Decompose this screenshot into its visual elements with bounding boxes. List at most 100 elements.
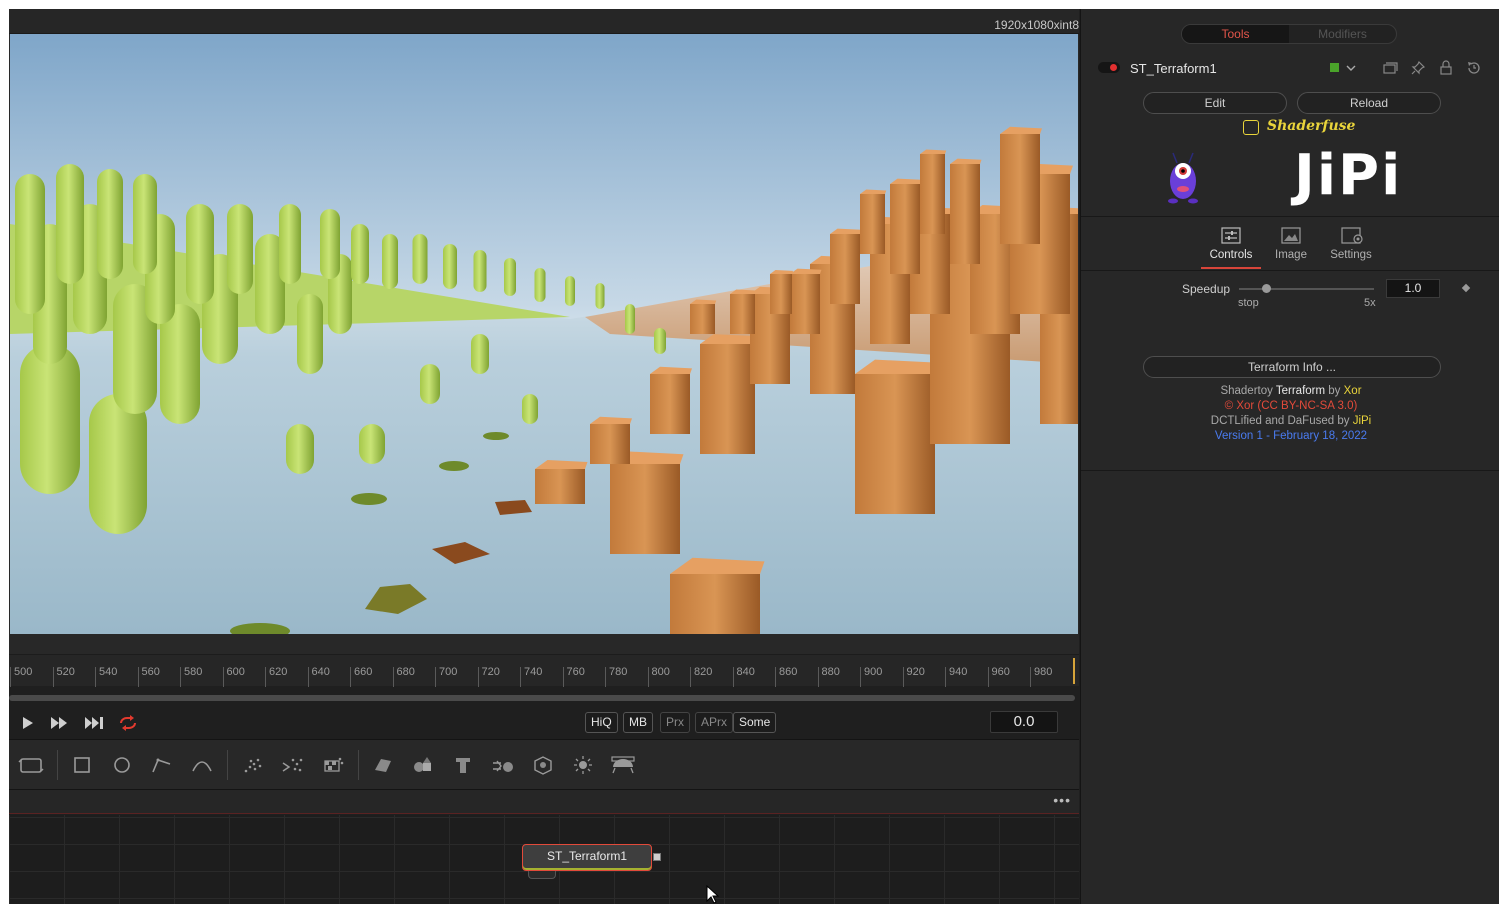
ruler-tick-label: 880 [817, 667, 840, 687]
orange-block [770, 270, 794, 314]
green-pillar [654, 328, 666, 354]
ellipse-mask-icon[interactable] [108, 752, 136, 778]
ruler-tick-label: 900 [860, 667, 882, 687]
orange-block [670, 557, 765, 634]
ruler-tick-label: 620 [265, 667, 287, 687]
current-time-field[interactable]: 0.0 [990, 711, 1058, 733]
ruler-tick-label: 760 [562, 667, 585, 687]
particle-render-icon[interactable] [279, 752, 307, 778]
credits-line-3: DCTLified and DaFused by JiPi [1210, 415, 1372, 427]
merge-3d-icon[interactable] [489, 752, 517, 778]
credits-line-4[interactable]: Version 1 - February 18, 2022 [1143, 429, 1439, 444]
fusion-app: 1920x1080xint8 500 520 540 560 580 600 6… [9, 9, 1499, 904]
tool-color-swatch[interactable] [1330, 63, 1339, 72]
ruler-tick-label: 540 [95, 667, 117, 687]
green-pillar [15, 174, 45, 314]
play-icon[interactable] [17, 713, 39, 733]
edit-button[interactable]: Edit [1143, 92, 1287, 114]
text-3d-icon[interactable] [449, 752, 477, 778]
reload-button[interactable]: Reload [1297, 92, 1441, 114]
pin-icon[interactable] [1410, 60, 1426, 76]
lock-icon[interactable] [1438, 60, 1454, 76]
green-pillar [522, 394, 538, 424]
shaderfuse-icon [1243, 120, 1259, 135]
image-plane-3d-icon[interactable] [369, 752, 397, 778]
ruler-tick-label: 600 [222, 667, 245, 687]
terraform-info-button[interactable]: Terraform Info ... [1143, 356, 1441, 378]
green-pillar [471, 334, 489, 374]
orange-block [950, 158, 982, 264]
tab-tools[interactable]: Tools [1182, 25, 1289, 43]
node-editor[interactable]: ST_Terraform1 [9, 815, 1079, 904]
shape-3d-icon[interactable] [409, 752, 437, 778]
viewer[interactable]: 1920x1080xint8 [9, 9, 1079, 654]
ruler-tick-label: 860 [775, 667, 797, 687]
jipi-logo: JiPi [1294, 143, 1403, 208]
inspector-tab-switch: Tools Modifiers [1181, 24, 1397, 44]
node-input-port[interactable] [528, 871, 556, 879]
keyframe-diamond-icon[interactable] [1461, 283, 1471, 293]
light-3d-icon[interactable] [569, 752, 597, 778]
polygon-mask-icon[interactable] [148, 752, 176, 778]
ruler-tick-label: 640 [307, 667, 330, 687]
ruler-tick-label: 940 [945, 667, 967, 687]
resolution-label: 1920x1080xint8 [994, 18, 1079, 32]
playhead[interactable] [1073, 658, 1075, 684]
fast-forward-icon[interactable] [49, 713, 71, 733]
tab-settings[interactable]: Settings [1321, 223, 1381, 269]
ruler-tick-label: 800 [647, 667, 670, 687]
green-pillar [359, 424, 385, 464]
ruler-tick-label: 580 [180, 667, 202, 687]
more-options-button[interactable]: ••• [1053, 793, 1071, 807]
timeline-ruler[interactable]: 500 520 540 560 580 600 620 640 660 680 700 720 740 7… [9, 654, 1079, 687]
green-pillar [382, 234, 398, 289]
credits-line-1: Shadertoy Terraform by Xor [1220, 385, 1362, 397]
speedup-slider-handle[interactable] [1262, 284, 1271, 293]
green-pillar [351, 224, 369, 284]
ruler-tick-label: 520 [52, 667, 75, 687]
time-scrub-bar[interactable] [9, 695, 1075, 701]
tab-controls[interactable]: Controls [1201, 223, 1261, 269]
selective-update-toggle[interactable]: Some [733, 712, 777, 733]
tab-image[interactable]: Image [1261, 223, 1321, 269]
green-pillar [504, 258, 516, 296]
node-st-terraform[interactable]: ST_Terraform1 [522, 844, 652, 871]
renderer-3d-icon[interactable] [529, 752, 557, 778]
hiq-toggle[interactable]: HiQ [585, 712, 618, 733]
speedup-slider[interactable] [1239, 288, 1374, 290]
node-output-port[interactable] [653, 853, 661, 861]
proxy-toggle[interactable]: Prx [660, 712, 690, 733]
ruler-tick-label: 960 [987, 667, 1010, 687]
green-pillar [534, 268, 546, 302]
reset-icon[interactable] [1466, 60, 1482, 76]
particle-checker-icon[interactable] [319, 752, 347, 778]
image-icon [1281, 227, 1301, 244]
render-image[interactable] [10, 34, 1078, 634]
go-to-end-icon[interactable] [84, 713, 106, 733]
orange-block [790, 268, 822, 334]
green-pillar [443, 244, 457, 289]
tool-enable-toggle[interactable] [1098, 62, 1120, 73]
ruler-tick-label: 740 [520, 667, 542, 687]
chevron-down-icon[interactable] [1343, 60, 1359, 76]
tab-modifiers[interactable]: Modifiers [1289, 25, 1396, 43]
tab-settings-label: Settings [1330, 249, 1372, 261]
tool-header: ST_Terraform1 [1081, 57, 1499, 83]
mouse-cursor-icon [706, 885, 720, 904]
bspline-mask-icon[interactable] [188, 752, 216, 778]
green-pillar [473, 250, 487, 292]
background-icon[interactable] [17, 752, 45, 778]
orange-block [610, 451, 684, 554]
active-tab-indicator [1201, 267, 1261, 269]
versions-icon[interactable] [1382, 60, 1398, 76]
orange-block [855, 359, 939, 514]
camera-3d-icon[interactable] [609, 752, 637, 778]
green-pillar [565, 276, 575, 306]
ruler-tick-label: 980 [1030, 667, 1052, 687]
rectangle-mask-icon[interactable] [68, 752, 96, 778]
loop-icon[interactable] [117, 713, 139, 733]
motion-blur-toggle[interactable]: MB [623, 712, 653, 733]
speedup-value-field[interactable]: 1.0 [1386, 279, 1440, 298]
auto-proxy-toggle[interactable]: APrx [695, 712, 734, 733]
particle-emitter-icon[interactable] [239, 752, 267, 778]
